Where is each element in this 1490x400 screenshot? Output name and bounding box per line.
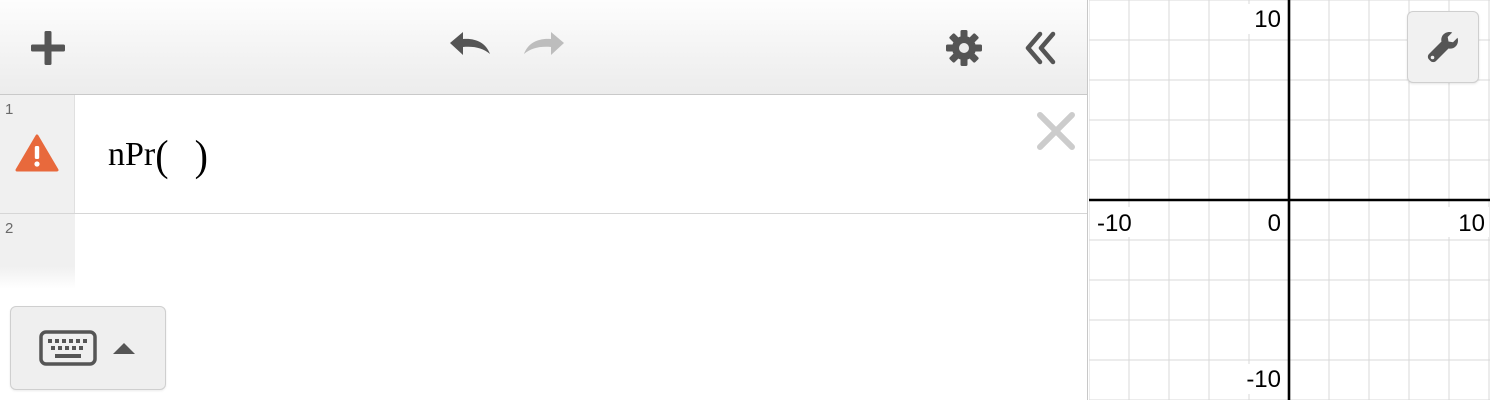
warning-icon[interactable] — [15, 133, 59, 173]
redo-icon — [524, 32, 564, 55]
expression-number: 2 — [5, 220, 14, 237]
redo-button[interactable] — [518, 24, 572, 68]
caret-up-icon — [113, 343, 135, 354]
delete-expression-button[interactable] — [1034, 109, 1078, 153]
settings-button[interactable] — [940, 24, 988, 72]
expression-number: 1 — [5, 101, 14, 118]
collapse-panel-button[interactable] — [1014, 24, 1066, 72]
wrench-icon — [1427, 32, 1458, 63]
undo-button[interactable] — [442, 24, 496, 68]
close-paren: ) — [194, 130, 208, 180]
expression-toolbar — [0, 0, 1087, 95]
double-chevron-left-icon — [1025, 31, 1056, 65]
keyboard-icon — [39, 330, 97, 366]
x-min-label: -10 — [1097, 210, 1132, 237]
expression-math-input[interactable]: nPr ( ) — [108, 130, 208, 180]
expression-gutter: 1 — [0, 95, 75, 213]
expression-row[interactable]: 1 nPr ( ) — [0, 95, 1087, 214]
expression-gutter: 2 — [0, 214, 75, 289]
keyboard-toggle-button[interactable] — [10, 306, 166, 390]
undo-icon — [450, 32, 490, 55]
close-icon — [1037, 112, 1075, 150]
graph-settings-button[interactable] — [1407, 11, 1479, 83]
open-paren: ( — [155, 130, 169, 180]
origin-label: 0 — [1268, 210, 1281, 237]
y-max-label: 10 — [1254, 6, 1281, 33]
gear-icon — [946, 30, 982, 66]
plus-icon — [31, 31, 65, 65]
x-max-label: 10 — [1458, 210, 1485, 237]
add-item-button[interactable] — [22, 24, 74, 72]
function-name: nPr — [108, 136, 156, 173]
y-min-label: -10 — [1246, 366, 1281, 393]
expression-panel: 1 nPr ( ) 2 — [0, 0, 1088, 400]
